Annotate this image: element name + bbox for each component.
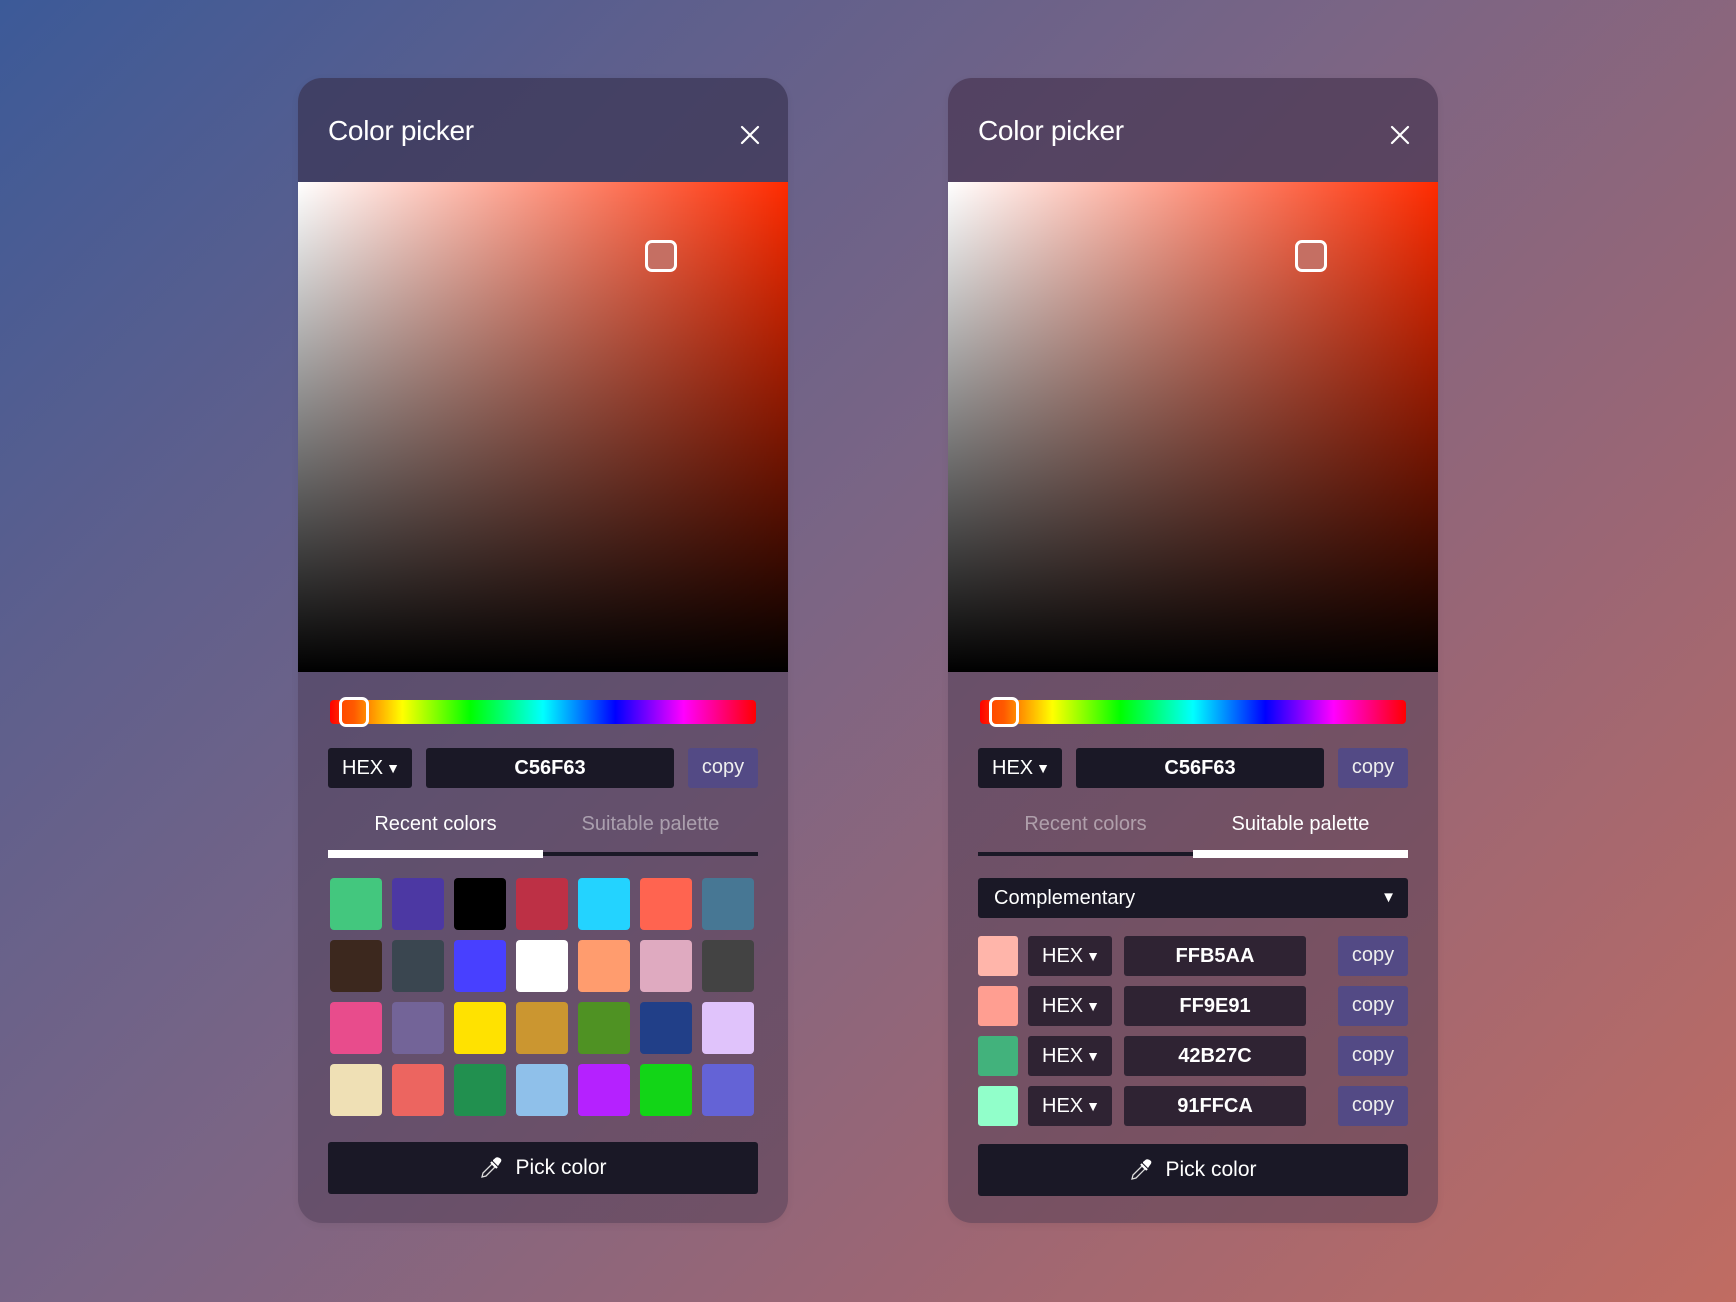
caret-down-icon: ▼ [1036, 760, 1050, 776]
recent-color-swatch[interactable] [516, 940, 568, 992]
palette-hex-value[interactable]: FFB5AA [1124, 936, 1306, 976]
recent-color-swatch[interactable] [578, 1064, 630, 1116]
palette-row: HEX ▼ FFB5AA copy [948, 936, 1438, 976]
copy-button[interactable]: copy [688, 748, 758, 788]
format-select[interactable]: HEX ▼ [978, 748, 1062, 788]
format-select[interactable]: HEX ▼ [328, 748, 412, 788]
copy-button[interactable]: copy [1338, 936, 1408, 976]
panel-header: Color picker [948, 78, 1438, 182]
caret-down-icon: ▼ [1086, 1048, 1100, 1064]
palette-row: HEX ▼ FF9E91 copy [948, 986, 1438, 1026]
recent-color-swatch[interactable] [640, 940, 692, 992]
hex-input[interactable]: C56F63 [1076, 748, 1324, 788]
caret-down-icon: ▼ [1086, 948, 1100, 964]
tab-recent-colors[interactable]: Recent colors [978, 813, 1193, 836]
recent-color-swatch[interactable] [392, 1064, 444, 1116]
format-select[interactable]: HEX ▼ [1028, 936, 1112, 976]
hue-slider-thumb[interactable] [338, 697, 369, 727]
caret-down-icon: ▼ [1086, 1098, 1100, 1114]
color-picker-panel-recent: Color picker HEX ▼ C56F63 copy Recent co… [298, 78, 788, 1223]
recent-color-swatch[interactable] [454, 1002, 506, 1054]
recent-color-swatch[interactable] [578, 940, 630, 992]
recent-color-swatch[interactable] [454, 940, 506, 992]
hex-input[interactable]: C56F63 [426, 748, 674, 788]
close-button[interactable] [738, 123, 762, 147]
recent-color-swatch[interactable] [330, 1002, 382, 1054]
sv-marker[interactable] [644, 239, 677, 272]
close-icon [740, 125, 760, 145]
recent-color-swatch[interactable] [702, 1002, 754, 1054]
copy-button[interactable]: copy [1338, 1036, 1408, 1076]
pick-color-button[interactable]: Pick color [978, 1144, 1408, 1196]
recent-color-swatch[interactable] [640, 1002, 692, 1054]
eyedropper-icon [1131, 1159, 1152, 1180]
eyedropper-icon [481, 1157, 502, 1178]
panel-title: Color picker [978, 115, 1124, 146]
recent-color-swatch[interactable] [330, 1064, 382, 1116]
tab-active-indicator [1193, 850, 1408, 858]
recent-color-swatch[interactable] [578, 1002, 630, 1054]
caret-down-icon: ▼ [1086, 998, 1100, 1014]
saturation-value-area[interactable] [948, 182, 1438, 672]
recent-color-swatch[interactable] [454, 1064, 506, 1116]
copy-button[interactable]: copy [1338, 1086, 1408, 1126]
tab-active-indicator [328, 850, 543, 858]
format-select[interactable]: HEX ▼ [1028, 1086, 1112, 1126]
format-select[interactable]: HEX ▼ [1028, 1036, 1112, 1076]
palette-swatch[interactable] [978, 936, 1018, 976]
palette-swatch[interactable] [978, 1086, 1018, 1126]
recent-color-swatch[interactable] [516, 1002, 568, 1054]
pick-color-button[interactable]: Pick color [328, 1142, 758, 1194]
tab-recent-colors[interactable]: Recent colors [328, 813, 543, 836]
recent-color-swatch[interactable] [516, 878, 568, 930]
recent-color-swatch[interactable] [392, 1002, 444, 1054]
recent-color-swatch[interactable] [392, 940, 444, 992]
recent-color-swatch[interactable] [702, 1064, 754, 1116]
recent-color-swatch[interactable] [702, 878, 754, 930]
hue-slider[interactable] [330, 697, 756, 727]
palette-hex-value[interactable]: 91FFCA [1124, 1086, 1306, 1126]
recent-color-swatch[interactable] [330, 940, 382, 992]
hue-slider[interactable] [980, 697, 1406, 727]
recent-color-swatch[interactable] [702, 940, 754, 992]
close-icon [1390, 125, 1410, 145]
caret-down-icon: ▼ [1381, 889, 1396, 906]
color-picker-panel-palette: Color picker HEX ▼ C56F63 copy Recent co… [948, 78, 1438, 1223]
recent-color-swatch[interactable] [454, 878, 506, 930]
hue-slider-thumb[interactable] [988, 697, 1019, 727]
palette-hex-value[interactable]: 42B27C [1124, 1036, 1306, 1076]
recent-color-swatch[interactable] [330, 878, 382, 930]
palette-row: HEX ▼ 42B27C copy [948, 1036, 1438, 1076]
panel-title: Color picker [328, 115, 474, 146]
panel-header: Color picker [298, 78, 788, 182]
recent-color-swatch[interactable] [578, 878, 630, 930]
tab-suitable-palette[interactable]: Suitable palette [543, 813, 758, 836]
palette-scheme-select[interactable]: Complementary ▼ [978, 878, 1408, 918]
recent-color-swatch[interactable] [516, 1064, 568, 1116]
saturation-value-area[interactable] [298, 182, 788, 672]
caret-down-icon: ▼ [386, 760, 400, 776]
palette-swatch[interactable] [978, 986, 1018, 1026]
palette-row: HEX ▼ 91FFCA copy [948, 1086, 1438, 1126]
close-button[interactable] [1388, 123, 1412, 147]
recent-color-swatch[interactable] [392, 878, 444, 930]
palette-hex-value[interactable]: FF9E91 [1124, 986, 1306, 1026]
sv-marker[interactable] [1294, 239, 1327, 272]
copy-button[interactable]: copy [1338, 748, 1408, 788]
recent-color-swatch[interactable] [640, 1064, 692, 1116]
format-select[interactable]: HEX ▼ [1028, 986, 1112, 1026]
tab-suitable-palette[interactable]: Suitable palette [1193, 813, 1408, 836]
palette-swatch[interactable] [978, 1036, 1018, 1076]
copy-button[interactable]: copy [1338, 986, 1408, 1026]
recent-color-swatch[interactable] [640, 878, 692, 930]
